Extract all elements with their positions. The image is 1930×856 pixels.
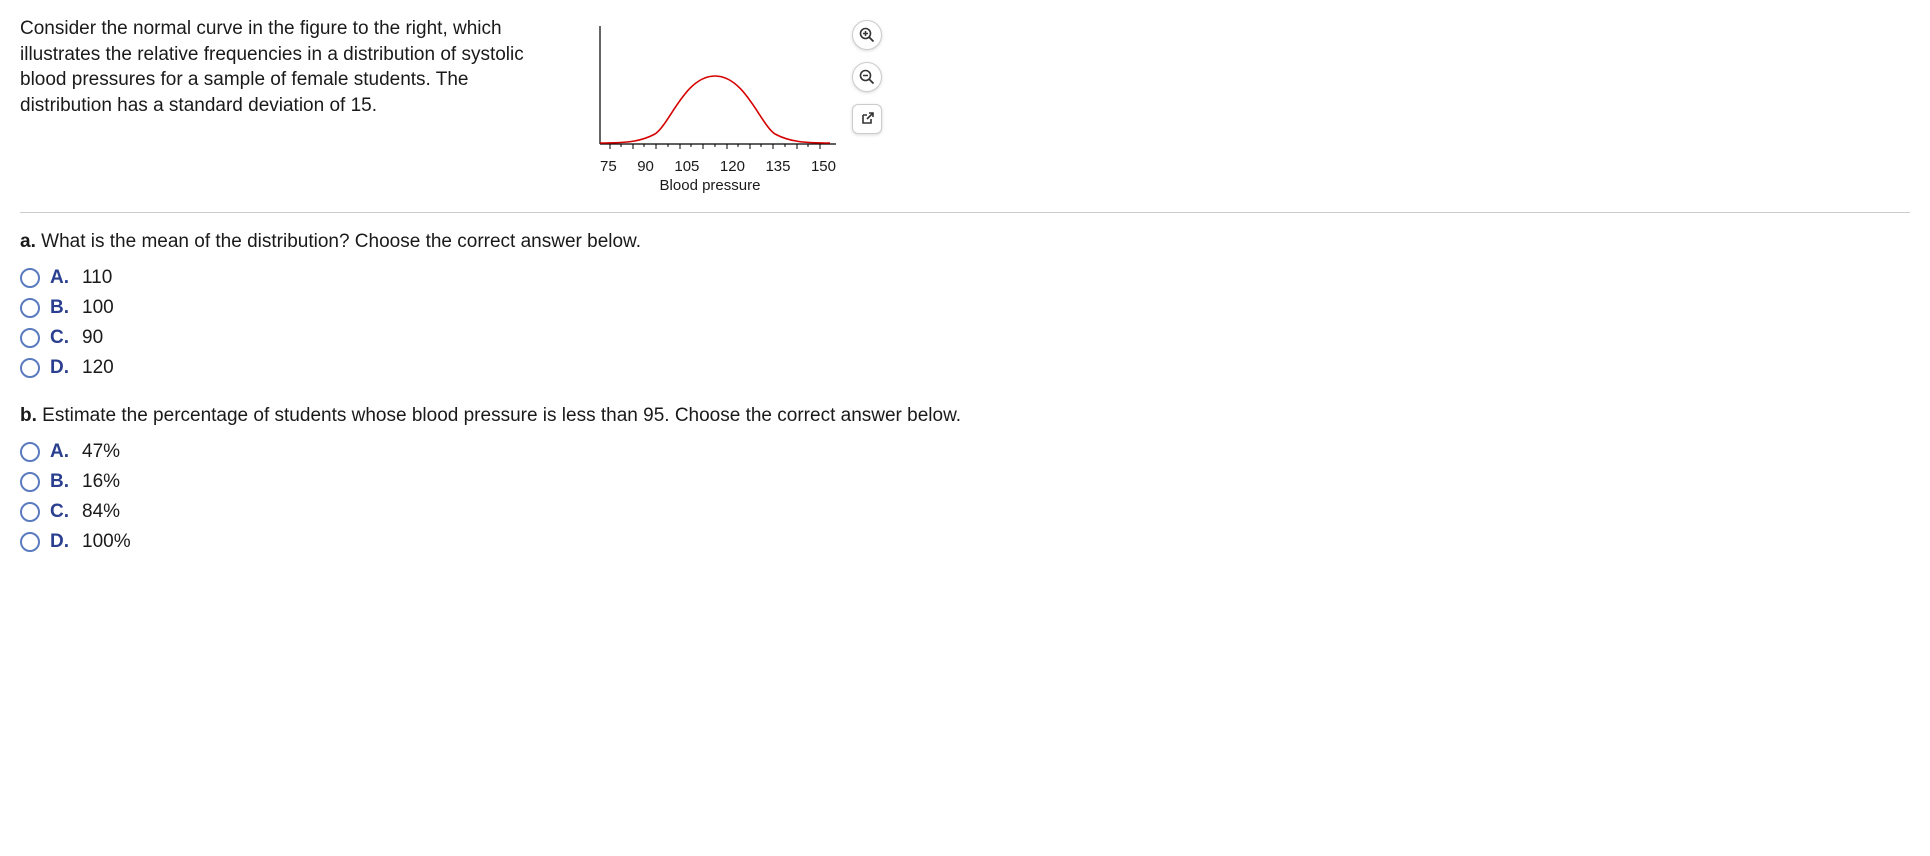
radio-icon[interactable] (20, 532, 40, 552)
radio-icon[interactable] (20, 442, 40, 462)
question-a: a. What is the mean of the distribution?… (20, 231, 1910, 379)
radio-icon[interactable] (20, 502, 40, 522)
radio-icon[interactable] (20, 268, 40, 288)
option-b-D[interactable]: D. 100% (20, 531, 1910, 553)
option-b-B[interactable]: B. 16% (20, 471, 1910, 493)
option-b-A[interactable]: A. 47% (20, 441, 1910, 463)
option-a-B[interactable]: B. 100 (20, 297, 1910, 319)
radio-icon[interactable] (20, 472, 40, 492)
chart-x-label: Blood pressure (580, 175, 840, 194)
question-a-prompt: What is the mean of the distribution? Ch… (41, 231, 641, 252)
chart-x-ticks: 75 90 105 120 135 150 (580, 156, 840, 175)
question-b-label: b. (20, 405, 37, 426)
chart-normal-curve: 75 90 105 120 135 150 Blood pressure (580, 16, 840, 194)
question-b: b. Estimate the percentage of students w… (20, 405, 1910, 553)
question-a-label: a. (20, 231, 36, 252)
question-b-prompt: Estimate the percentage of students whos… (42, 405, 961, 426)
option-b-C[interactable]: C. 84% (20, 501, 1910, 523)
radio-icon[interactable] (20, 328, 40, 348)
radio-icon[interactable] (20, 298, 40, 318)
zoom-in-button[interactable] (852, 20, 882, 50)
zoom-out-button[interactable] (852, 62, 882, 92)
option-a-A[interactable]: A. 110 (20, 267, 1910, 289)
divider (20, 212, 1910, 213)
option-a-D[interactable]: D. 120 (20, 357, 1910, 379)
problem-statement: Consider the normal curve in the figure … (20, 16, 560, 119)
open-external-button[interactable] (852, 104, 882, 134)
option-a-C[interactable]: C. 90 (20, 327, 1910, 349)
radio-icon[interactable] (20, 358, 40, 378)
